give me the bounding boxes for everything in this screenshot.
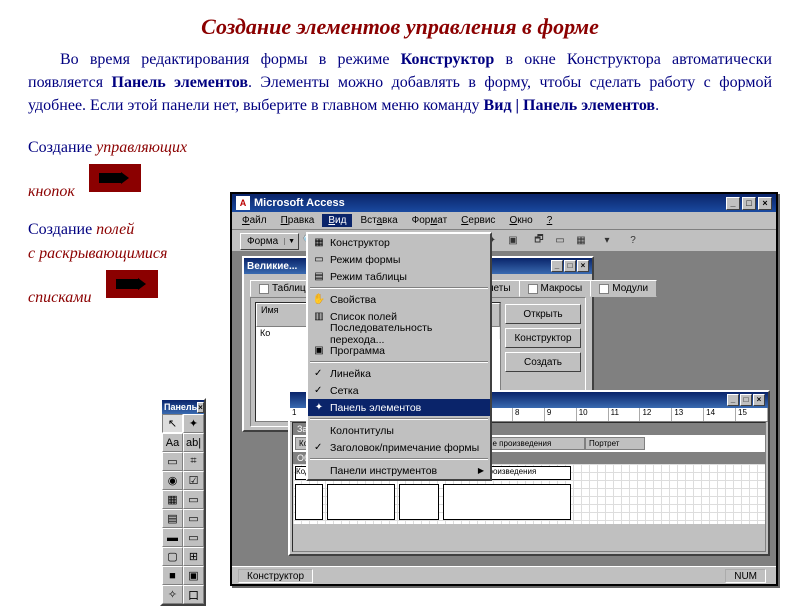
toolbox-titlebar: Панель ×: [162, 400, 204, 414]
menu-icon: ▭: [312, 253, 326, 267]
menu-item[interactable]: ▤Режим таблицы: [308, 268, 490, 285]
toolbox-tool[interactable]: ▭: [183, 509, 204, 528]
toolbox-tool[interactable]: Aa: [162, 433, 183, 452]
access-app-window: A Microsoft Access _ □ × Файл Правка Вид…: [230, 192, 778, 586]
menu-edit[interactable]: Правка: [275, 214, 321, 227]
mdi-workspace: Форма▼ Великие... _ □ × Таблицы Запросы …: [234, 252, 774, 564]
menu-item[interactable]: Колонтитулы: [308, 422, 490, 439]
toolbox-panel: Панель × ↖✦Aaab|▭⌗◉☑▦▭▤▭▬▭▢⊞■▣✧口: [160, 398, 206, 606]
maximize-button[interactable]: □: [740, 394, 752, 406]
menu-icon: ▣: [312, 344, 326, 358]
field-label[interactable]: Портрет: [585, 437, 645, 450]
tab-modules[interactable]: Модули: [590, 280, 657, 297]
field-control[interactable]: [399, 484, 439, 520]
toolbox-tool[interactable]: ✧: [162, 585, 183, 604]
menu-item[interactable]: Панели инструментов▶: [308, 462, 490, 479]
close-button[interactable]: ×: [758, 197, 772, 210]
toolbar-button[interactable]: ▦: [571, 232, 591, 250]
minimize-button[interactable]: _: [727, 394, 739, 406]
menu-item[interactable]: ▣Программа: [308, 342, 490, 359]
menu-file[interactable]: Файл: [236, 214, 273, 227]
toolbar-button[interactable]: 🗗: [529, 232, 549, 250]
toolbar-button[interactable]: ▭: [550, 232, 570, 250]
label-create-buttons-2: кнопок: [28, 183, 75, 200]
label-create-combos: Создание полей: [28, 221, 134, 238]
toolbox-tool[interactable]: ▤: [162, 509, 183, 528]
toolbox-tool[interactable]: ⊞: [183, 547, 204, 566]
toolbox-tool[interactable]: ☑: [183, 471, 204, 490]
menu-icon: ✋: [312, 293, 326, 307]
menu-insert[interactable]: Вставка: [354, 214, 403, 227]
intro-paragraph: Во время редактирования формы в режиме К…: [28, 48, 772, 118]
menu-item[interactable]: ✓Линейка: [308, 365, 490, 382]
menu-icon: ▦: [312, 236, 326, 250]
menu-item[interactable]: ✦Панель элементов: [308, 399, 490, 416]
minimize-button[interactable]: _: [726, 197, 740, 210]
toolbox-tool[interactable]: 口: [183, 585, 204, 604]
close-button[interactable]: ×: [753, 394, 765, 406]
toolbox-tool[interactable]: ▭: [183, 490, 204, 509]
toolbox-tool[interactable]: ▬: [162, 528, 183, 547]
maximize-button[interactable]: □: [564, 260, 576, 272]
toolbox-tool[interactable]: ■: [162, 566, 183, 585]
toolbox-tool[interactable]: ▭: [183, 528, 204, 547]
menu-tools[interactable]: Сервис: [455, 214, 501, 227]
statusbar: Конструктор NUM: [232, 566, 776, 584]
field-control[interactable]: [443, 484, 571, 520]
open-button[interactable]: Открыть: [505, 304, 581, 324]
toolbox-tool[interactable]: ✦: [183, 414, 204, 433]
toolbar-button[interactable]: ▣: [503, 232, 523, 250]
menu-item[interactable]: ✓Заголовок/примечание формы: [308, 439, 490, 456]
menu-view[interactable]: Вид: [322, 214, 352, 227]
close-icon[interactable]: ×: [197, 402, 204, 413]
menu-item[interactable]: Последовательность перехода...: [308, 325, 490, 342]
status-mode: Конструктор: [238, 569, 313, 583]
menu-help[interactable]: ?: [541, 214, 559, 227]
menu-item[interactable]: ✓Сетка: [308, 382, 490, 399]
toolbox-tool[interactable]: ⌗: [183, 452, 204, 471]
toolbox-tool[interactable]: ◉: [162, 471, 183, 490]
label-create-combos-2: с раскрывающимися: [28, 245, 167, 262]
menu-icon: ▥: [312, 310, 326, 324]
camera-icon[interactable]: [89, 164, 141, 192]
toolbar-dropdown[interactable]: ▾: [592, 232, 622, 250]
object-selector[interactable]: Форма▼: [240, 233, 299, 250]
menu-window[interactable]: Окно: [503, 214, 538, 227]
tab-macros[interactable]: Макросы: [519, 280, 592, 297]
toolbox-tool[interactable]: ▭: [162, 452, 183, 471]
menubar: Файл Правка Вид Вставка Формат Сервис Ок…: [232, 212, 776, 230]
toolbox-tool[interactable]: ▢: [162, 547, 183, 566]
slide-title: Создание элементов управления в форме: [28, 14, 772, 40]
app-icon: A: [236, 196, 250, 210]
toolbox-tool[interactable]: ↖: [162, 414, 183, 433]
menu-icon: ▤: [312, 270, 326, 284]
menu-icon: ✦: [312, 401, 326, 415]
design-button[interactable]: Конструктор: [505, 328, 581, 348]
minimize-button[interactable]: _: [551, 260, 563, 272]
menu-item[interactable]: ▭Режим формы: [308, 251, 490, 268]
toolbar-button[interactable]: ?: [623, 232, 643, 250]
field-control[interactable]: [295, 484, 323, 520]
close-button[interactable]: ×: [577, 260, 589, 272]
view-menu: ▦Конструктор▭Режим формы▤Режим таблицы ✋С…: [306, 232, 492, 481]
label-create-buttons: Создание управляющих: [28, 139, 187, 156]
toolbox-tool[interactable]: ab|: [183, 433, 204, 452]
app-titlebar: A Microsoft Access _ □ ×: [232, 194, 776, 212]
menu-item[interactable]: ✋Свойства: [308, 291, 490, 308]
menu-item[interactable]: ▦Конструктор: [308, 234, 490, 251]
app-title: Microsoft Access: [254, 197, 345, 209]
status-num: NUM: [725, 569, 766, 583]
maximize-button[interactable]: □: [742, 197, 756, 210]
label-create-combos-3: списками: [28, 289, 92, 306]
menu-format[interactable]: Формат: [406, 214, 454, 227]
field-control[interactable]: [327, 484, 395, 520]
new-button[interactable]: Создать: [505, 352, 581, 372]
toolbox-tool[interactable]: ▣: [183, 566, 204, 585]
toolbox-tool[interactable]: ▦: [162, 490, 183, 509]
camera-icon[interactable]: [106, 270, 158, 298]
